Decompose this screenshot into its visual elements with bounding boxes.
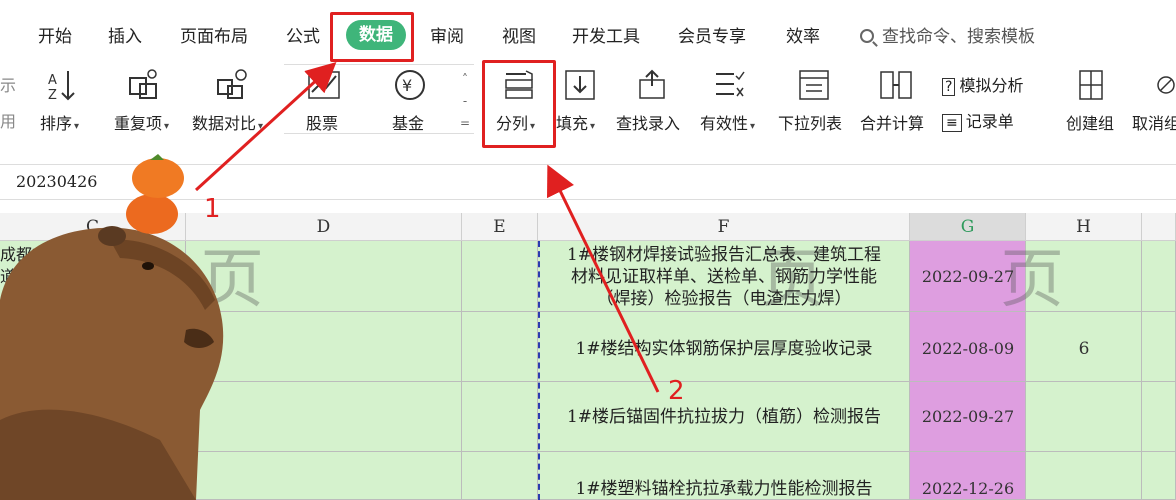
menu-bar: 开始 插入 页面布局 公式 数据 审阅 视图 开发工具 会员专享 效率 查找命令… bbox=[0, 0, 1176, 60]
cell-e2[interactable] bbox=[462, 312, 538, 382]
formula-bar[interactable] bbox=[0, 164, 1176, 200]
menu-tab-developer[interactable]: 开发工具 bbox=[572, 22, 640, 47]
menu-tab-efficiency[interactable]: 效率 bbox=[786, 22, 820, 47]
column-header-c[interactable]: C bbox=[0, 213, 186, 241]
column-selection-border bbox=[538, 241, 540, 500]
cell-g2-text: 2022-08-09 bbox=[921, 339, 1015, 358]
search-icon bbox=[860, 29, 874, 43]
stock-button[interactable]: 股票 bbox=[306, 110, 338, 134]
record-form-icon: ≡ bbox=[942, 114, 962, 132]
ribbon-side-label: 用 bbox=[0, 112, 17, 131]
cell-h3[interactable] bbox=[1026, 382, 1142, 452]
column-header-f[interactable]: F bbox=[538, 213, 910, 241]
menu-tab-review[interactable]: 审阅 bbox=[430, 22, 464, 47]
command-search[interactable]: 查找命令、搜索模板 bbox=[860, 22, 1035, 47]
data-compare-icon[interactable] bbox=[214, 68, 250, 102]
what-if-icon: ? bbox=[942, 78, 956, 96]
cell-f3-text: 1#楼后锚固件抗拉拔力（植筋）检测报告 bbox=[566, 407, 882, 427]
cell-e4[interactable] bbox=[462, 452, 538, 500]
data-compare-button[interactable]: 数据对比 ▾ bbox=[192, 110, 263, 134]
ribbon-side-label: 示 bbox=[0, 76, 17, 95]
svg-text:A: A bbox=[48, 73, 57, 88]
sort-button[interactable]: 排序 ▾ bbox=[40, 110, 79, 134]
cell-g4-text: 2022-12-26 bbox=[921, 479, 1015, 498]
duplicates-icon[interactable] bbox=[126, 68, 162, 102]
menu-tab-view[interactable]: 视图 bbox=[502, 22, 536, 47]
cell-d4[interactable] bbox=[186, 452, 462, 500]
formula-bar-value[interactable]: 20230426 bbox=[16, 172, 97, 191]
highlight-data-tab bbox=[330, 12, 414, 62]
menu-tab-page-layout[interactable]: 页面布局 bbox=[180, 22, 248, 47]
cell-d2[interactable] bbox=[186, 312, 462, 382]
cell-f4-text: 1#楼塑料锚栓抗拉承载力性能检测报告 bbox=[575, 479, 873, 499]
cell-e3[interactable] bbox=[462, 382, 538, 452]
cell-c4[interactable] bbox=[0, 452, 186, 500]
gallery-scroll-arrows[interactable]: ˄ - = bbox=[458, 68, 472, 134]
highlight-split-column bbox=[482, 60, 556, 148]
cell-c1-text: 成都市成 道 bbox=[0, 245, 65, 286]
fill-button[interactable]: 填充 ▾ bbox=[556, 110, 595, 134]
ungroup-button[interactable]: 取消组 bbox=[1132, 110, 1176, 134]
consolidate-icon[interactable] bbox=[878, 68, 914, 102]
create-group-icon[interactable] bbox=[1074, 68, 1110, 102]
menu-tab-insert[interactable]: 插入 bbox=[108, 22, 142, 47]
create-group-button[interactable]: 创建组 bbox=[1066, 110, 1114, 134]
stock-icon[interactable] bbox=[306, 68, 342, 102]
find-entry-icon[interactable] bbox=[634, 68, 670, 102]
dropdown-list-icon[interactable] bbox=[796, 68, 832, 102]
record-form-button[interactable]: ≡ 记录单 bbox=[942, 108, 1014, 132]
column-header-i[interactable] bbox=[1142, 213, 1176, 241]
cell-i3[interactable] bbox=[1142, 382, 1176, 452]
step-label: 1 bbox=[204, 194, 221, 224]
fund-icon[interactable]: ¥ bbox=[392, 68, 428, 102]
menu-tab-formula[interactable]: 公式 bbox=[286, 22, 320, 47]
cell-i4[interactable] bbox=[1142, 452, 1176, 500]
find-entry-button[interactable]: 查找录入 bbox=[616, 110, 680, 134]
cell-c2[interactable] bbox=[0, 312, 186, 382]
cell-c3[interactable] bbox=[0, 382, 186, 452]
fill-icon[interactable] bbox=[562, 68, 598, 102]
validity-button[interactable]: 有效性 ▾ bbox=[700, 110, 755, 134]
cell-f2-text: 1#楼结构实体钢筋保护层厚度验收记录 bbox=[575, 339, 873, 359]
search-placeholder: 查找命令、搜索模板 bbox=[882, 27, 1035, 47]
cell-f1-text: 1#楼钢材焊接试验报告汇总表、建筑工程 材料见证取样单、送检单、钢筋力学性能 （… bbox=[566, 245, 882, 309]
menu-tab-member[interactable]: 会员专享 bbox=[678, 22, 746, 47]
what-if-analysis-button[interactable]: ? 模拟分析 bbox=[942, 72, 1023, 96]
step-label: 2 bbox=[668, 376, 685, 406]
svg-text:¥: ¥ bbox=[402, 76, 412, 95]
consolidate-button[interactable]: 合并计算 bbox=[860, 110, 924, 134]
ungroup-icon[interactable] bbox=[1150, 68, 1176, 102]
cell-g3-text: 2022-09-27 bbox=[921, 407, 1015, 426]
cell-h4[interactable] bbox=[1026, 452, 1142, 500]
cell-h2-text: 6 bbox=[1078, 339, 1090, 359]
dropdown-list-button[interactable]: 下拉列表 bbox=[778, 110, 842, 134]
validity-icon[interactable] bbox=[712, 68, 748, 102]
fund-button[interactable]: 基金 bbox=[392, 110, 424, 134]
sort-icon[interactable]: A Z bbox=[46, 68, 82, 102]
duplicates-button[interactable]: 重复项 ▾ bbox=[114, 110, 169, 134]
watermark-text: 页 bbox=[200, 243, 264, 317]
svg-text:Z: Z bbox=[48, 88, 57, 102]
menu-tab-start[interactable]: 开始 bbox=[38, 22, 72, 47]
cell-i2[interactable] bbox=[1142, 312, 1176, 382]
cell-d3[interactable] bbox=[186, 382, 462, 452]
cell-e1[interactable] bbox=[462, 241, 538, 312]
cell-i1[interactable] bbox=[1142, 241, 1176, 312]
cell-g1-text: 2022-09-27 bbox=[921, 267, 1015, 286]
column-header-e[interactable]: E bbox=[462, 213, 538, 241]
